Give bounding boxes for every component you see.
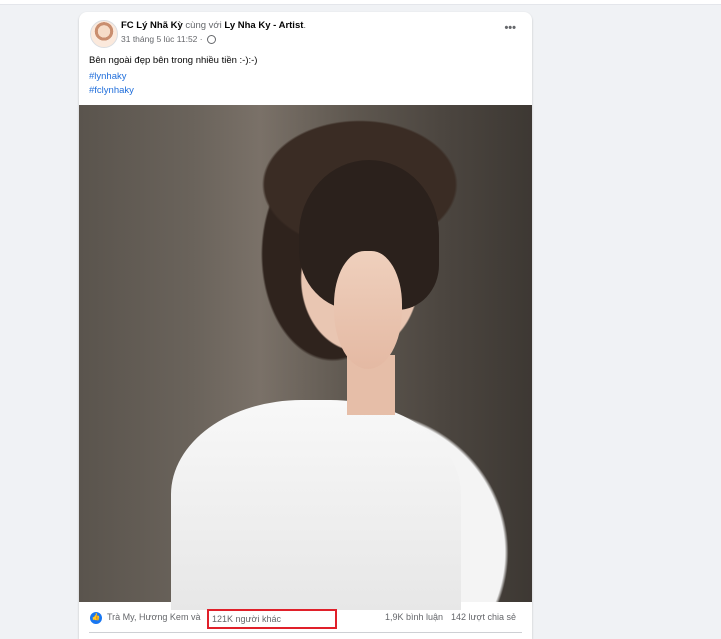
reactors-text[interactable]: Trà My, Hương Kem và: [107, 612, 200, 622]
others-count[interactable]: 121K người khác: [207, 609, 337, 629]
shares-count[interactable]: 142 lượt chia sẻ: [451, 612, 516, 622]
photo-shirt: [171, 400, 461, 610]
hashtag-link[interactable]: #lynhaky: [89, 71, 127, 82]
top-bar: [0, 0, 721, 5]
post-photo[interactable]: [79, 105, 532, 610]
more-options-icon[interactable]: •••: [504, 22, 516, 34]
globe-icon: [206, 34, 216, 44]
with-text: cùng với: [185, 20, 222, 31]
post-meta: 31 tháng 5 lúc 11:52 ·: [121, 34, 216, 44]
tagged-name[interactable]: Ly Nha Ky - Artist: [224, 20, 303, 31]
author-avatar[interactable]: [90, 20, 118, 48]
like-icon: 👍: [90, 612, 102, 624]
post-caption: Bên ngoài đẹp bên trong nhiều tiền :-):-…: [89, 55, 258, 66]
post-card: FC Lý Nhã Kỳ cùng với Ly Nha Ky - Artist…: [79, 12, 532, 639]
comments-count[interactable]: 1,9K bình luận: [385, 612, 443, 622]
divider: [89, 632, 522, 633]
photo-face: [334, 251, 402, 369]
tagged-suffix: .: [303, 20, 307, 31]
post-header: FC Lý Nhã Kỳ cùng với Ly Nha Ky - Artist…: [79, 12, 532, 52]
hashtag-link[interactable]: #fclynhaky: [89, 85, 134, 96]
author-line: FC Lý Nhã Kỳ cùng với Ly Nha Ky - Artist…: [121, 20, 306, 31]
author-name[interactable]: FC Lý Nhã Kỳ: [121, 20, 183, 31]
reactions-bar: 👍 Trà My, Hương Kem và 121K người khác 1…: [79, 609, 532, 629]
post-timestamp[interactable]: 31 tháng 5 lúc 11:52 ·: [121, 34, 203, 44]
